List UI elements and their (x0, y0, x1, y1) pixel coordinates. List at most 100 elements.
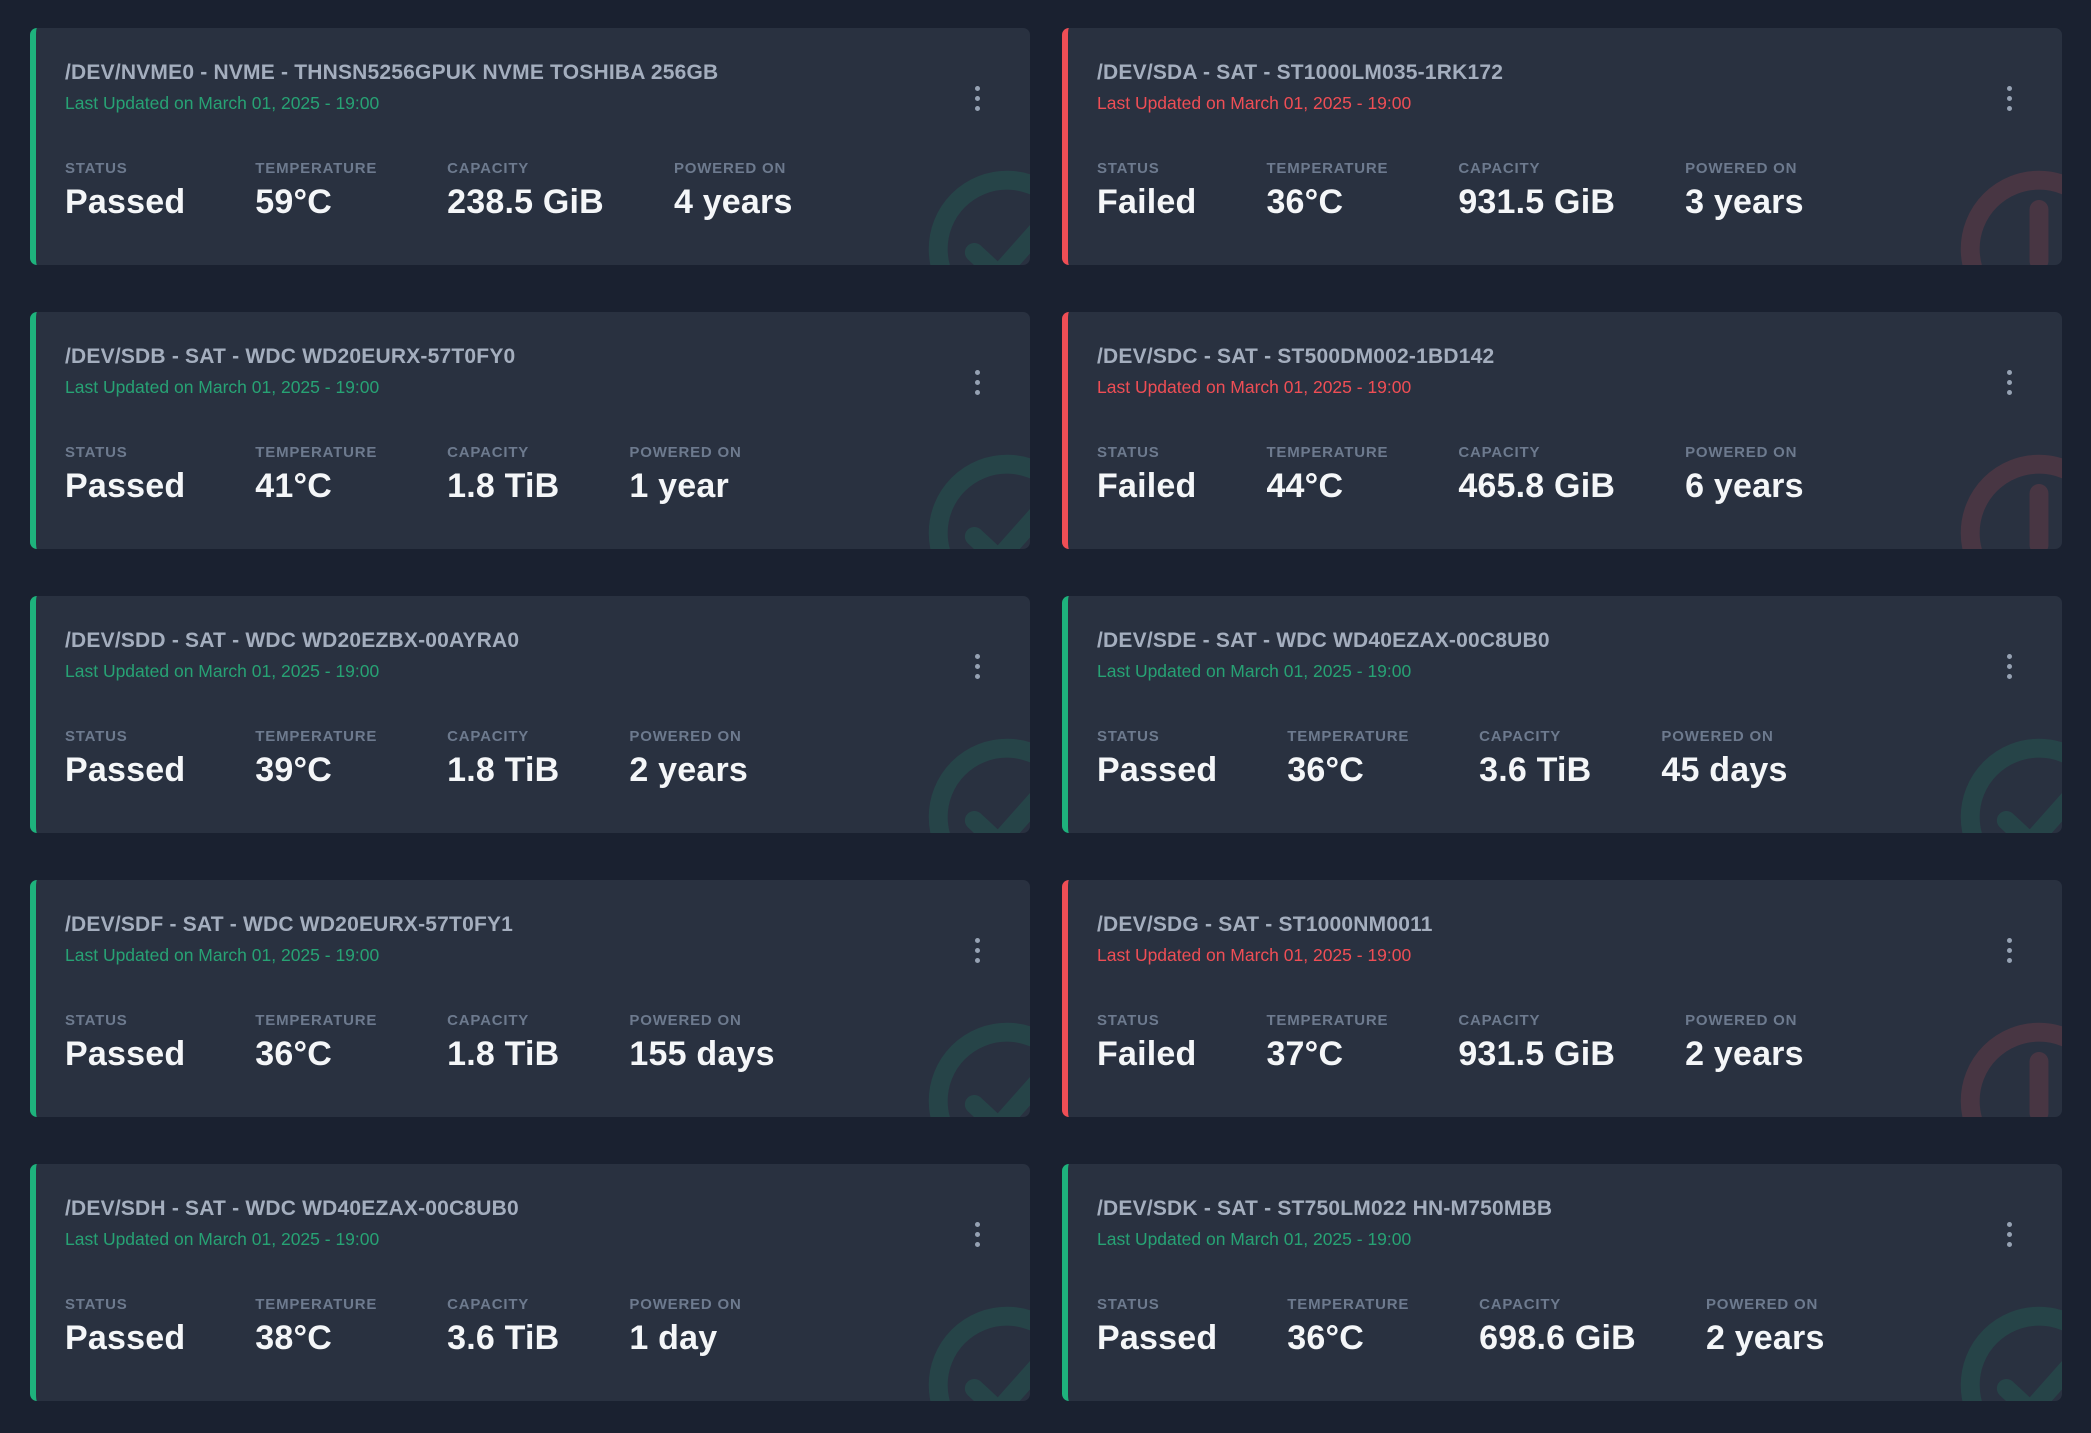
drive-card: /DEV/SDK - SAT - ST750LM022 HN-M750MBB L… (1062, 1164, 2062, 1401)
powered-on-value: 155 days (629, 1035, 774, 1074)
powered-on-label: POWERED ON (674, 160, 793, 177)
more-options-button[interactable] (1999, 1216, 2020, 1253)
status-value: Passed (1097, 1319, 1217, 1358)
drive-card: /DEV/SDD - SAT - WDC WD20EZBX-00AYRA0 La… (30, 596, 1030, 833)
capacity-label: CAPACITY (447, 1296, 559, 1313)
last-updated-text: Last Updated on March 01, 2025 - 19:00 (1097, 93, 2033, 114)
stat-capacity: CAPACITY 698.6 GiB (1479, 1296, 1636, 1358)
capacity-label: CAPACITY (1479, 1296, 1636, 1313)
more-options-button[interactable] (1999, 80, 2020, 117)
more-options-button[interactable] (967, 1216, 988, 1253)
stat-powered-on: POWERED ON 6 years (1685, 444, 1804, 506)
more-options-button[interactable] (967, 364, 988, 401)
temperature-value: 36°C (255, 1035, 377, 1074)
status-value: Failed (1097, 467, 1196, 506)
drive-card: /DEV/SDF - SAT - WDC WD20EURX-57T0FY1 La… (30, 880, 1030, 1117)
stat-capacity: CAPACITY 1.8 TiB (447, 1012, 559, 1074)
powered-on-label: POWERED ON (629, 1296, 741, 1313)
stat-capacity: CAPACITY 3.6 TiB (1479, 728, 1591, 790)
status-label: STATUS (65, 444, 185, 461)
status-value: Passed (65, 1035, 185, 1074)
temperature-label: TEMPERATURE (1266, 444, 1388, 461)
more-options-button[interactable] (967, 932, 988, 969)
stat-powered-on: POWERED ON 3 years (1685, 160, 1804, 222)
drive-card: /DEV/SDG - SAT - ST1000NM0011 Last Updat… (1062, 880, 2062, 1117)
stat-capacity: CAPACITY 1.8 TiB (447, 444, 559, 506)
temperature-value: 59°C (255, 183, 377, 222)
last-updated-text: Last Updated on March 01, 2025 - 19:00 (65, 661, 1001, 682)
stat-temperature: TEMPERATURE 37°C (1266, 1012, 1388, 1074)
stat-powered-on: POWERED ON 2 years (1685, 1012, 1804, 1074)
powered-on-label: POWERED ON (629, 1012, 774, 1029)
status-value: Passed (65, 751, 185, 790)
temperature-value: 36°C (1266, 183, 1388, 222)
temperature-value: 36°C (1287, 751, 1409, 790)
drive-title[interactable]: /DEV/SDD - SAT - WDC WD20EZBX-00AYRA0 (65, 629, 1001, 653)
stat-powered-on: POWERED ON 4 years (674, 160, 793, 222)
capacity-label: CAPACITY (447, 728, 559, 745)
more-options-button[interactable] (1999, 648, 2020, 685)
stat-capacity: CAPACITY 3.6 TiB (447, 1296, 559, 1358)
stat-temperature: TEMPERATURE 36°C (1266, 160, 1388, 222)
capacity-value: 3.6 TiB (447, 1319, 559, 1358)
stats-row: STATUS Passed TEMPERATURE 59°C CAPACITY … (65, 160, 1001, 222)
powered-on-label: POWERED ON (629, 728, 748, 745)
stats-row: STATUS Passed TEMPERATURE 36°C CAPACITY … (1097, 728, 2033, 790)
status-label: STATUS (1097, 160, 1196, 177)
stat-temperature: TEMPERATURE 44°C (1266, 444, 1388, 506)
temperature-value: 36°C (1287, 1319, 1409, 1358)
stat-temperature: TEMPERATURE 41°C (255, 444, 377, 506)
stat-powered-on: POWERED ON 45 days (1661, 728, 1787, 790)
last-updated-text: Last Updated on March 01, 2025 - 19:00 (1097, 661, 2033, 682)
stat-status: STATUS Passed (65, 160, 185, 222)
drive-title[interactable]: /DEV/SDG - SAT - ST1000NM0011 (1097, 913, 2033, 937)
more-options-button[interactable] (1999, 932, 2020, 969)
status-value: Passed (65, 1319, 185, 1358)
kebab-menu-icon (2007, 86, 2012, 91)
drive-title[interactable]: /DEV/SDF - SAT - WDC WD20EURX-57T0FY1 (65, 913, 1001, 937)
kebab-menu-icon (2007, 654, 2012, 659)
stat-powered-on: POWERED ON 1 day (629, 1296, 741, 1358)
last-updated-text: Last Updated on March 01, 2025 - 19:00 (1097, 1229, 2033, 1250)
more-options-button[interactable] (967, 80, 988, 117)
capacity-value: 1.8 TiB (447, 467, 559, 506)
stats-row: STATUS Passed TEMPERATURE 36°C CAPACITY … (65, 1012, 1001, 1074)
stat-capacity: CAPACITY 931.5 GiB (1458, 1012, 1615, 1074)
status-label: STATUS (1097, 444, 1196, 461)
drive-title[interactable]: /DEV/SDA - SAT - ST1000LM035-1RK172 (1097, 61, 2033, 85)
stats-row: STATUS Failed TEMPERATURE 44°C CAPACITY … (1097, 444, 2033, 506)
drive-card: /DEV/SDA - SAT - ST1000LM035-1RK172 Last… (1062, 28, 2062, 265)
temperature-value: 37°C (1266, 1035, 1388, 1074)
temperature-label: TEMPERATURE (255, 728, 377, 745)
drive-title[interactable]: /DEV/SDE - SAT - WDC WD40EZAX-00C8UB0 (1097, 629, 2033, 653)
stat-powered-on: POWERED ON 2 years (1706, 1296, 1825, 1358)
temperature-label: TEMPERATURE (1266, 1012, 1388, 1029)
capacity-value: 465.8 GiB (1458, 467, 1615, 506)
temperature-value: 38°C (255, 1319, 377, 1358)
status-label: STATUS (65, 728, 185, 745)
status-value: Failed (1097, 183, 1196, 222)
drive-title[interactable]: /DEV/SDH - SAT - WDC WD40EZAX-00C8UB0 (65, 1197, 1001, 1221)
powered-on-value: 45 days (1661, 751, 1787, 790)
capacity-value: 1.8 TiB (447, 1035, 559, 1074)
more-options-button[interactable] (1999, 364, 2020, 401)
drive-title[interactable]: /DEV/SDB - SAT - WDC WD20EURX-57T0FY0 (65, 345, 1001, 369)
kebab-menu-icon (2007, 1222, 2012, 1227)
more-options-button[interactable] (967, 648, 988, 685)
stats-row: STATUS Failed TEMPERATURE 37°C CAPACITY … (1097, 1012, 2033, 1074)
drive-title[interactable]: /DEV/SDC - SAT - ST500DM002-1BD142 (1097, 345, 2033, 369)
drive-title[interactable]: /DEV/NVME0 - NVME - THNSN5256GPUK NVME T… (65, 61, 1001, 85)
drive-title[interactable]: /DEV/SDK - SAT - ST750LM022 HN-M750MBB (1097, 1197, 2033, 1221)
status-label: STATUS (65, 1296, 185, 1313)
status-value: Passed (1097, 751, 1217, 790)
temperature-label: TEMPERATURE (255, 444, 377, 461)
stat-status: STATUS Failed (1097, 1012, 1196, 1074)
capacity-value: 931.5 GiB (1458, 183, 1615, 222)
kebab-menu-icon (975, 1222, 980, 1227)
capacity-label: CAPACITY (447, 1012, 559, 1029)
powered-on-value: 2 years (1685, 1035, 1804, 1074)
capacity-value: 3.6 TiB (1479, 751, 1591, 790)
capacity-value: 698.6 GiB (1479, 1319, 1636, 1358)
stat-capacity: CAPACITY 238.5 GiB (447, 160, 604, 222)
stat-status: STATUS Passed (65, 1012, 185, 1074)
